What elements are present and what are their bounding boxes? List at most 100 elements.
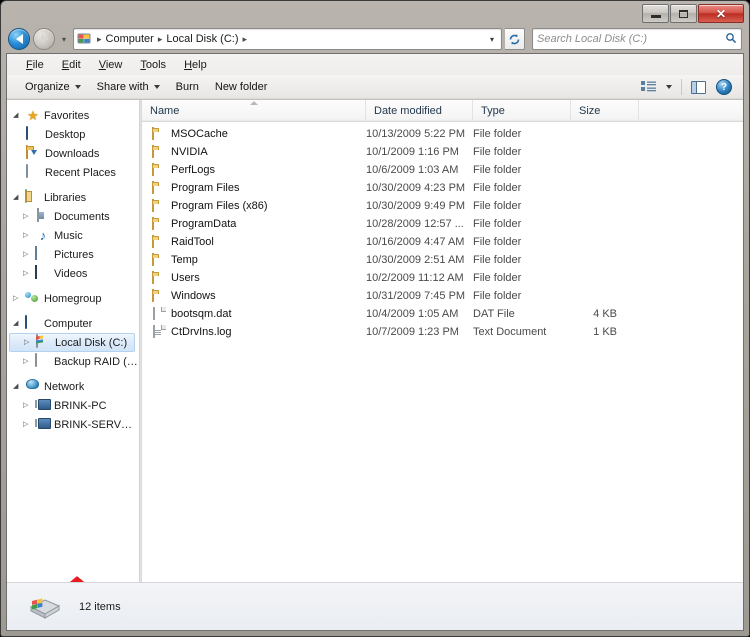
expand-twisty-icon[interactable]: ▷: [24, 339, 33, 346]
file-rows[interactable]: MSOCache 10/13/2009 5:22 PM File folder NVI…: [142, 122, 743, 582]
column-header-date-modified[interactable]: Date modified: [366, 100, 473, 121]
pane-splitter[interactable]: [140, 100, 142, 582]
file-name-cell[interactable]: bootsqm.dat: [142, 307, 366, 321]
column-header-name[interactable]: Name: [142, 100, 366, 121]
table-row[interactable]: Users 10/2/2009 11:12 AM File folder: [142, 269, 743, 287]
new-folder-button[interactable]: New folder: [207, 78, 276, 96]
file-type-cell: File folder: [473, 200, 522, 212]
table-row[interactable]: bootsqm.dat 10/4/2009 1:05 AM DAT File 4 KB: [142, 305, 743, 323]
table-row[interactable]: PerfLogs 10/6/2009 1:03 AM File folder: [142, 161, 743, 179]
expand-twisty-icon[interactable]: ▷: [23, 232, 32, 239]
file-name-cell[interactable]: Program Files: [142, 181, 366, 195]
file-name-cell[interactable]: Windows: [142, 289, 366, 303]
file-name-cell[interactable]: PerfLogs: [142, 163, 366, 177]
table-row[interactable]: NVIDIA 10/1/2009 1:16 PM File folder: [142, 143, 743, 161]
expand-twisty-icon[interactable]: ▷: [13, 295, 22, 302]
file-name-cell[interactable]: Users: [142, 271, 366, 285]
share-with-button[interactable]: Share with: [89, 78, 168, 96]
burn-button[interactable]: Burn: [168, 78, 207, 96]
menu-file[interactable]: File: [17, 57, 53, 73]
table-row[interactable]: CtDrvIns.log 10/7/2009 1:23 PM Text Docume…: [142, 323, 743, 341]
column-header-type[interactable]: Type: [473, 100, 571, 121]
crumb-separator: ▸: [97, 33, 102, 44]
sidebar-item-network[interactable]: ◢ Network: [7, 377, 139, 396]
recent-places-icon: [26, 164, 42, 180]
sidebar-item-downloads[interactable]: Downloads: [7, 144, 139, 163]
file-name-cell[interactable]: MSOCache: [142, 127, 366, 141]
column-header-size[interactable]: Size: [571, 100, 639, 121]
table-row[interactable]: RaidTool 10/16/2009 4:47 AM File folder: [142, 233, 743, 251]
table-row[interactable]: Program Files (x86) 10/30/2009 9:49 PM Fil…: [142, 197, 743, 215]
expand-twisty-icon[interactable]: ◢: [13, 320, 22, 327]
crumb-separator-end[interactable]: ▸: [239, 34, 250, 45]
menu-view[interactable]: View: [90, 57, 132, 73]
title-bar: ✕: [6, 4, 744, 25]
refresh-button[interactable]: [505, 28, 525, 50]
expand-twisty-icon[interactable]: ▷: [23, 402, 32, 409]
file-name-cell[interactable]: ProgramData: [142, 217, 366, 231]
sidebar-item-backup-raid-f[interactable]: ▷ Backup RAID (F:): [7, 352, 139, 371]
burn-label: Burn: [175, 81, 199, 93]
menu-help[interactable]: Help: [175, 57, 216, 73]
breadcrumb-local-disk[interactable]: Local Disk (C:): [165, 33, 239, 45]
change-view-button[interactable]: [636, 79, 661, 95]
expand-twisty-icon[interactable]: ◢: [13, 112, 22, 119]
sidebar-item-computer[interactable]: ◢ Computer: [7, 314, 139, 333]
sidebar-item-libraries[interactable]: ◢ Libraries: [7, 188, 139, 207]
crumb-separator[interactable]: ▸: [155, 34, 166, 45]
table-row[interactable]: Windows 10/31/2009 7:45 PM File folder: [142, 287, 743, 305]
sidebar-item-music[interactable]: ▷ ♪ Music: [7, 226, 139, 245]
sidebar-item-homegroup[interactable]: ▷ Homegroup: [7, 289, 139, 308]
sidebar-item-local-disk-c[interactable]: ▷ Local Disk (C:): [9, 333, 135, 352]
table-row[interactable]: MSOCache 10/13/2009 5:22 PM File folder: [142, 125, 743, 143]
sidebar-item-favorites[interactable]: ◢ ★ Favorites: [7, 106, 139, 125]
sidebar-label: Videos: [54, 267, 88, 280]
expand-twisty-icon[interactable]: ▷: [23, 213, 32, 220]
table-row[interactable]: ProgramData 10/28/2009 12:57 ... File fold…: [142, 215, 743, 233]
file-name-cell[interactable]: RaidTool: [142, 235, 366, 249]
sidebar-item-documents[interactable]: ▷ Documents: [7, 207, 139, 226]
close-button[interactable]: ✕: [698, 4, 744, 23]
expand-twisty-icon[interactable]: ▷: [23, 270, 32, 277]
maximize-button[interactable]: [670, 4, 697, 23]
history-dropdown-button[interactable]: ▾: [58, 35, 70, 44]
sidebar-item-brink-server1[interactable]: ▷ BRINK-SERVER1: [7, 415, 139, 434]
organize-button[interactable]: Organize: [17, 78, 89, 96]
forward-button[interactable]: [33, 28, 55, 50]
sidebar-item-desktop[interactable]: Desktop: [7, 125, 139, 144]
minimize-button[interactable]: [642, 4, 669, 23]
help-button[interactable]: ?: [711, 77, 737, 97]
file-list-pane: Name Date modified Type Size MSOCache 10/…: [142, 100, 743, 582]
navigation-pane[interactable]: ◢ ★ Favorites Desktop Downloads Recent P…: [7, 100, 140, 582]
address-bar[interactable]: ▸ Computer ▸ Local Disk (C:) ▸ ▾: [73, 28, 502, 50]
table-row[interactable]: Temp 10/30/2009 2:51 AM File folder: [142, 251, 743, 269]
search-box[interactable]: Search Local Disk (C:): [532, 28, 742, 50]
expand-twisty-icon[interactable]: ▷: [23, 358, 32, 365]
file-name-label: Program Files: [171, 182, 240, 194]
file-name-cell[interactable]: Temp: [142, 253, 366, 267]
menu-edit[interactable]: Edit: [53, 57, 90, 73]
search-input[interactable]: Search Local Disk (C:): [537, 33, 725, 45]
file-size-cell: 4 KB: [593, 308, 617, 320]
expand-twisty-icon[interactable]: ▷: [23, 251, 32, 258]
sidebar-label: Libraries: [44, 191, 87, 204]
expand-twisty-icon[interactable]: ▷: [23, 421, 32, 428]
file-name-cell[interactable]: CtDrvIns.log: [142, 325, 366, 339]
sidebar-item-recent-places[interactable]: Recent Places: [7, 163, 139, 182]
view-dropdown-button[interactable]: [661, 83, 677, 91]
folder-icon: [152, 217, 166, 231]
back-button[interactable]: [8, 28, 30, 50]
address-dropdown-icon[interactable]: ▾: [485, 35, 499, 44]
breadcrumb-computer[interactable]: Computer: [105, 33, 155, 45]
menu-tools[interactable]: Tools: [131, 57, 175, 73]
table-row[interactable]: Program Files 10/30/2009 4:23 PM File fold…: [142, 179, 743, 197]
sidebar-item-brink-pc[interactable]: ▷ BRINK-PC: [7, 396, 139, 415]
file-name-cell[interactable]: Program Files (x86): [142, 199, 366, 213]
sidebar-item-pictures[interactable]: ▷ Pictures: [7, 245, 139, 264]
status-bar: 12 items: [7, 582, 743, 630]
preview-pane-button[interactable]: [686, 79, 711, 96]
expand-twisty-icon[interactable]: ◢: [13, 194, 22, 201]
expand-twisty-icon[interactable]: ◢: [13, 383, 22, 390]
file-name-cell[interactable]: NVIDIA: [142, 145, 366, 159]
sidebar-item-videos[interactable]: ▷ Videos: [7, 264, 139, 283]
